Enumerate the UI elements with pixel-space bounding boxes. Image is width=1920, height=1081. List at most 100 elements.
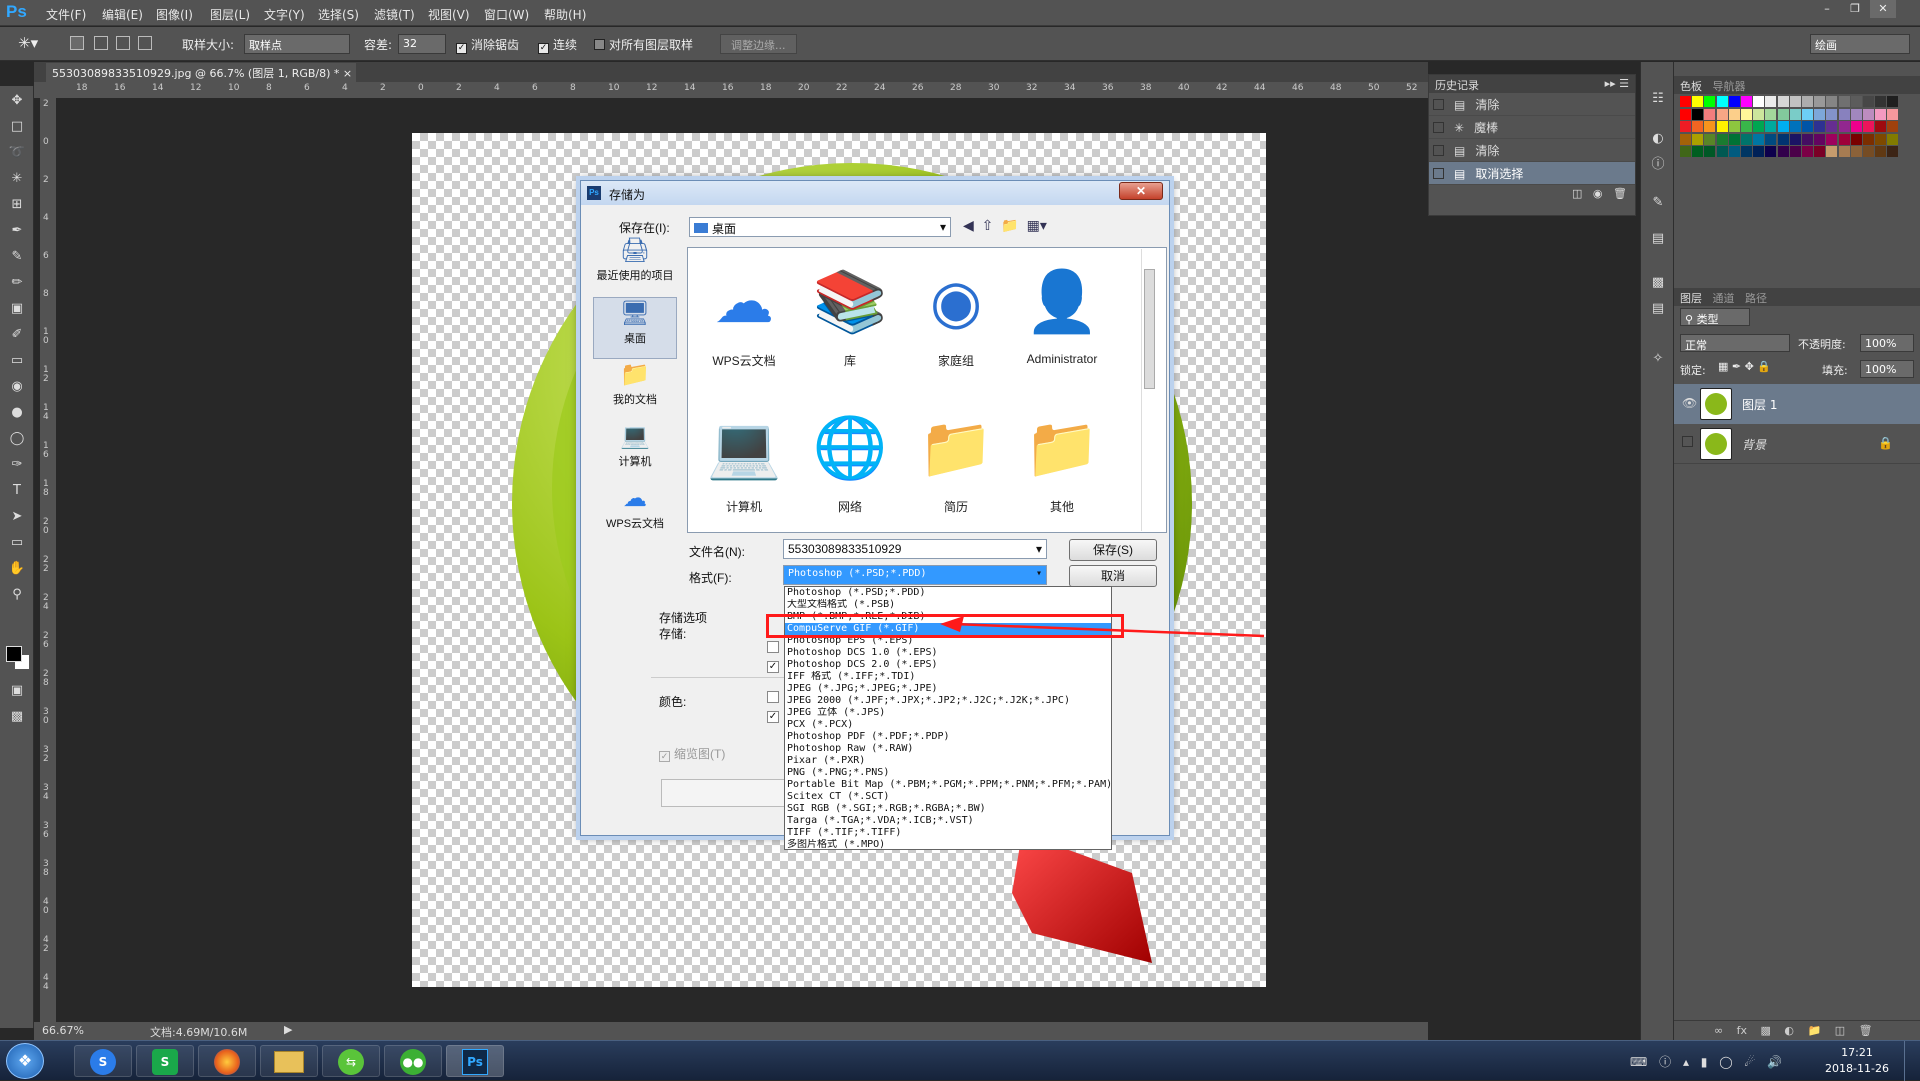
color-swatch[interactable] <box>1777 108 1789 120</box>
menu-item[interactable]: 图像(I) <box>156 6 193 23</box>
tool-presets-icon[interactable]: ✧ <box>1645 348 1671 370</box>
menu-item[interactable]: 图层(L) <box>210 6 250 23</box>
tab-paths[interactable]: 路径 <box>1745 292 1767 305</box>
status-menu-arrow-icon[interactable]: ▶ <box>284 1023 292 1036</box>
format-option[interactable]: JPEG 2000 (*.JPF;*.JPX;*.JP2;*.J2C;*.J2K… <box>785 695 1111 707</box>
color-swatch[interactable] <box>1716 146 1728 157</box>
dialog-title-bar[interactable]: Ps 存储为 <box>581 181 1169 205</box>
color-swatch[interactable] <box>1753 146 1765 157</box>
color-swatch[interactable] <box>1802 121 1813 132</box>
color-swatch[interactable] <box>1838 96 1850 107</box>
eraser-icon[interactable]: ▭ <box>4 350 30 372</box>
color-swatch[interactable] <box>1838 146 1850 157</box>
color-swatch[interactable] <box>1692 146 1704 157</box>
layer-row-background[interactable]: 背景 🔒 <box>1674 424 1920 464</box>
tab-swatches[interactable]: 色板 <box>1680 80 1702 93</box>
color-swatch[interactable] <box>1753 121 1765 132</box>
color-swatch[interactable] <box>1765 96 1777 107</box>
color-swatch[interactable] <box>1692 121 1704 132</box>
color-swatch[interactable] <box>1680 146 1691 157</box>
color-swatch[interactable] <box>1728 146 1740 157</box>
color-swatch[interactable] <box>1826 108 1838 120</box>
color-swatch[interactable] <box>1728 133 1740 145</box>
place-wps-cloud[interactable]: ☁ WPS云文档 <box>593 483 677 545</box>
shape-tool-icon[interactable]: ▭ <box>4 532 30 554</box>
format-option[interactable]: 大型文档格式 (*.PSB) <box>785 599 1111 611</box>
color-swatch[interactable] <box>1765 133 1777 145</box>
menu-item[interactable]: 窗口(W) <box>484 6 529 23</box>
format-select[interactable]: Photoshop (*.PSD;*.PDD) ▾ <box>783 565 1047 585</box>
color-swatch[interactable] <box>1863 133 1874 145</box>
format-option[interactable]: PCX (*.PCX) <box>785 719 1111 731</box>
format-option[interactable]: SGI RGB (*.SGI;*.RGB;*.RGBA;*.BW) <box>785 803 1111 815</box>
color-swatch[interactable] <box>1765 121 1777 132</box>
file-item[interactable]: 👤 Administrator <box>1012 252 1112 392</box>
taskbar-sync-app[interactable]: ⇆ <box>322 1045 380 1077</box>
notes-panel-icon[interactable]: ▤ <box>1645 298 1671 320</box>
color-swatch[interactable] <box>1716 133 1728 145</box>
document-tab[interactable]: 55303089833510929.jpg @ 66.7% (图层 1, RGB… <box>46 63 356 82</box>
file-item[interactable]: ◉ 家庭组 <box>906 252 1006 392</box>
color-swatch[interactable] <box>1814 96 1826 107</box>
info-icon[interactable]: ⓘ <box>1645 154 1671 176</box>
color-swatch[interactable] <box>1777 121 1789 132</box>
color-swatch[interactable] <box>1826 146 1838 157</box>
format-option[interactable]: JPEG 立体 (*.JPS) <box>785 707 1111 719</box>
history-tab[interactable]: 历史记录 ▸▸ ☰ <box>1429 75 1635 93</box>
paint-bucket-icon[interactable]: ◉ <box>4 376 30 398</box>
color-swatch[interactable] <box>1875 146 1887 157</box>
color-swatch[interactable] <box>1850 96 1862 107</box>
taskbar-firefox-app[interactable] <box>198 1045 256 1077</box>
trash-icon[interactable]: 🗑 <box>1613 187 1627 200</box>
file-item[interactable]: 📚 库 <box>800 252 900 392</box>
fill-input[interactable]: 100% <box>1860 360 1914 378</box>
save-button[interactable]: 保存(S) <box>1069 539 1157 561</box>
color-swatch[interactable] <box>1692 133 1704 145</box>
option-checkbox[interactable] <box>767 641 779 653</box>
intersect-selection-icon[interactable] <box>138 36 152 50</box>
color-swatch[interactable] <box>1753 133 1765 145</box>
all-layers-checkbox[interactable]: 对所有图层取样 <box>594 36 693 53</box>
option-checkbox-checked[interactable]: ✓ <box>767 661 779 673</box>
layers-footer-icons[interactable]: ∞ fx ▩ ◐ 📁 ◫ 🗑 <box>1674 1020 1920 1040</box>
clock[interactable]: 17:21 2018-11-26 <box>1822 1045 1892 1077</box>
color-swatch[interactable] <box>1814 133 1826 145</box>
file-item[interactable]: 💻 计算机 <box>694 398 794 538</box>
history-snapshot-box[interactable] <box>1433 145 1444 156</box>
format-option[interactable]: Targa (*.TGA;*.VDA;*.ICB;*.VST) <box>785 815 1111 827</box>
scrollbar-thumb[interactable] <box>1144 269 1155 389</box>
color-swatch[interactable] <box>1704 121 1716 132</box>
subtract-selection-icon[interactable] <box>116 36 130 50</box>
color-swatch[interactable] <box>1850 121 1862 132</box>
menu-item[interactable]: 编辑(E) <box>102 6 143 23</box>
color-swatch[interactable] <box>1814 121 1826 132</box>
brush-tool-icon[interactable]: ✏ <box>4 272 30 294</box>
taskbar-sogou-app[interactable]: S <box>74 1045 132 1077</box>
up-folder-icon[interactable]: ⇧ <box>982 217 994 233</box>
place-desktop[interactable]: 🖥 桌面 <box>593 297 677 359</box>
color-swatch[interactable] <box>1777 146 1789 157</box>
color-swatch[interactable] <box>1826 133 1838 145</box>
color-swatch[interactable] <box>1789 133 1801 145</box>
color-swatch[interactable] <box>1765 146 1777 157</box>
format-option[interactable]: Portable Bit Map (*.PBM;*.PGM;*.PPM;*.PN… <box>785 779 1111 791</box>
magic-wand-icon[interactable]: ✳▾ <box>18 34 38 52</box>
eyedropper-icon[interactable]: ✒ <box>4 220 30 242</box>
dialog-close-button[interactable]: ✕ <box>1119 182 1163 200</box>
color-swatch[interactable] <box>1863 96 1874 107</box>
tab-channels[interactable]: 通道 <box>1713 292 1735 305</box>
type-tool-icon[interactable]: T <box>4 480 30 502</box>
history-item[interactable]: ▤ 取消选择 <box>1429 162 1635 185</box>
color-swatch[interactable] <box>1814 146 1826 157</box>
color-swatch[interactable] <box>1850 146 1862 157</box>
taskbar-wechat-app[interactable]: ●● <box>384 1045 442 1077</box>
crop-tool-icon[interactable]: ⊞ <box>4 194 30 216</box>
antialias-checkbox[interactable]: ✓ 消除锯齿 <box>456 36 519 54</box>
color-swatch[interactable] <box>1826 121 1838 132</box>
color-swatch[interactable] <box>1838 121 1850 132</box>
color-swatch[interactable] <box>1741 108 1752 120</box>
color-swatch[interactable] <box>1802 133 1813 145</box>
color-swatch[interactable] <box>1680 133 1691 145</box>
color-swatch[interactable] <box>1680 108 1691 120</box>
color-swatch[interactable] <box>1850 108 1862 120</box>
